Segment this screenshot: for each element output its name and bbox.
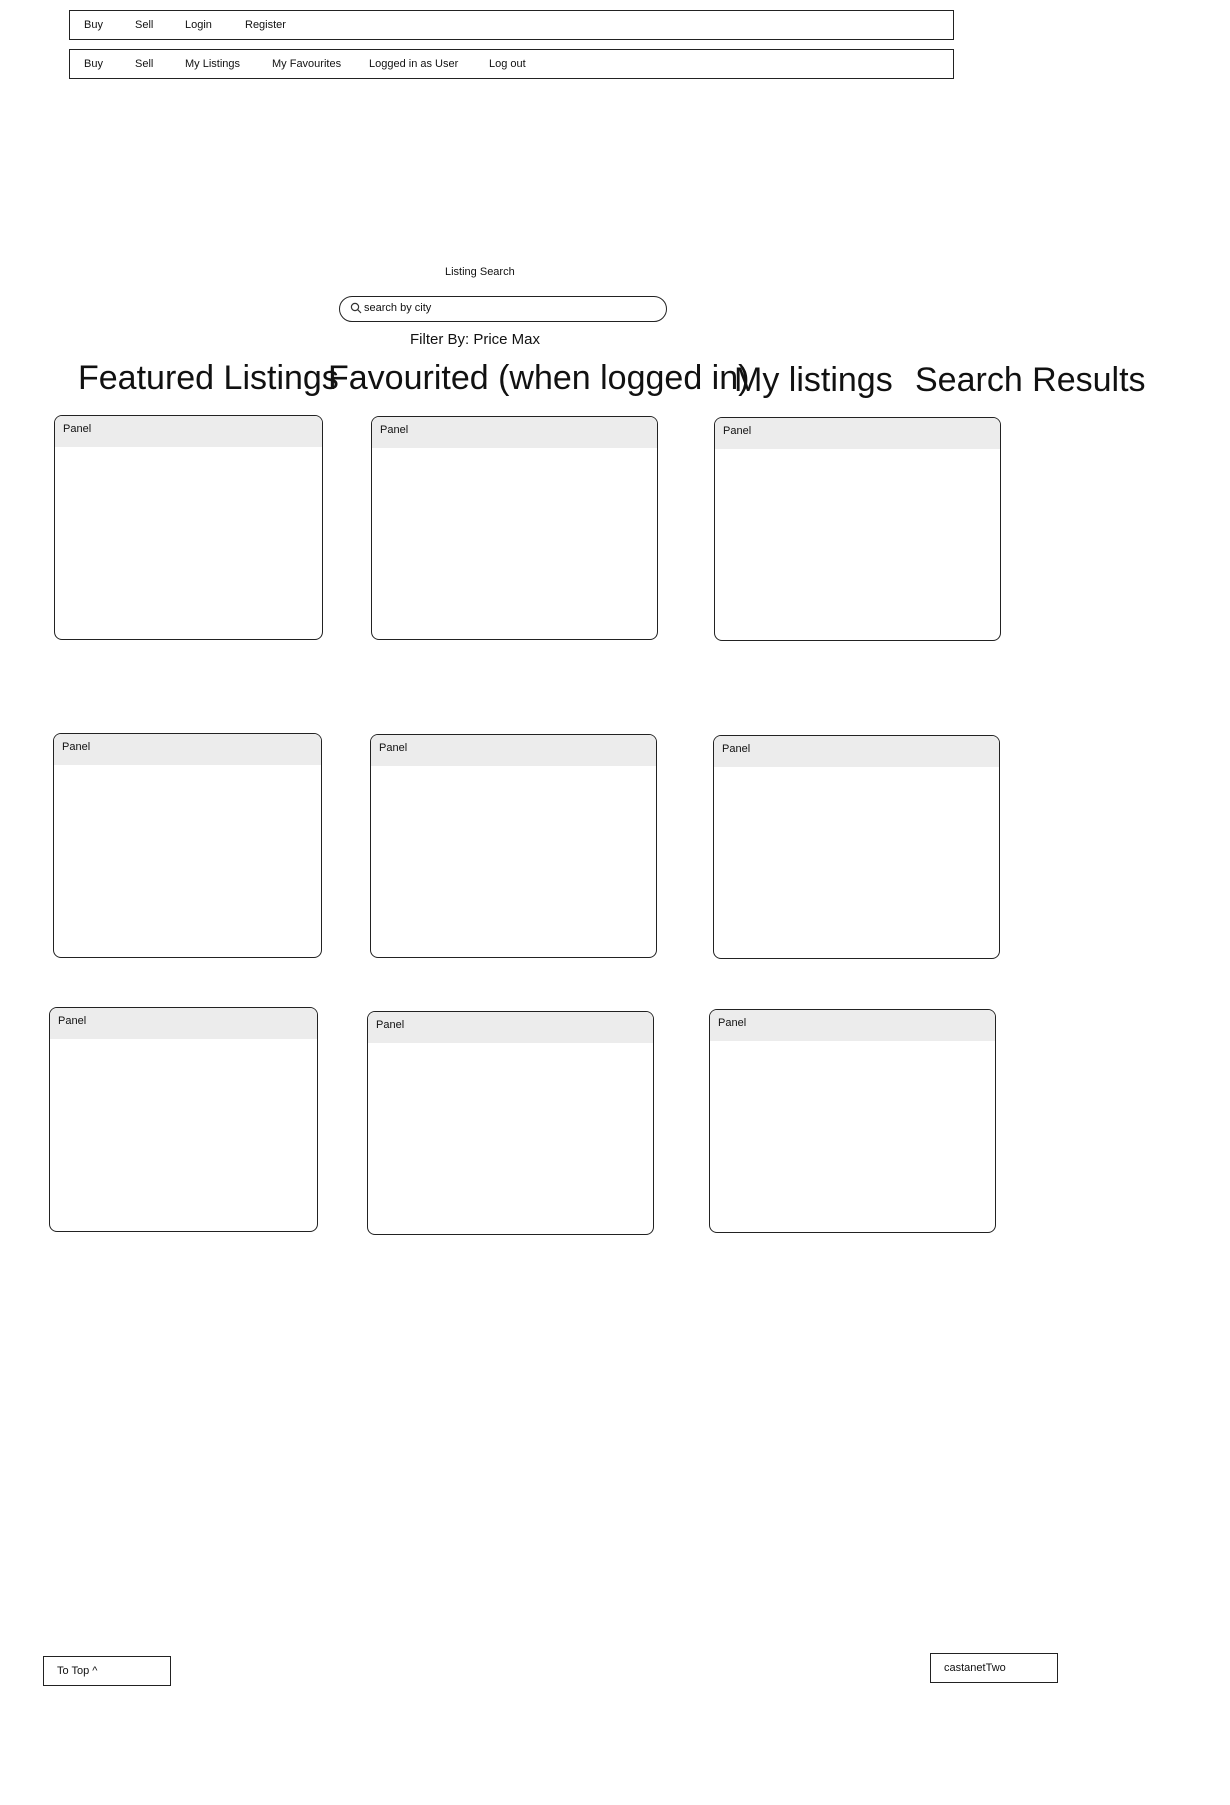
listing-panel[interactable]: Panel [49, 1007, 318, 1232]
panel-header: Panel [368, 1012, 653, 1043]
nav-sell[interactable]: Sell [135, 50, 153, 79]
listing-panel[interactable]: Panel [370, 734, 657, 958]
panel-header: Panel [714, 736, 999, 767]
to-top-button[interactable]: To Top ^ [43, 1656, 171, 1686]
heading-featured-listings: Featured Listings [78, 359, 339, 397]
guest-navbar: Buy Sell Login Register [69, 10, 954, 40]
panel-header: Panel [50, 1008, 317, 1039]
nav-sell[interactable]: Sell [135, 11, 153, 40]
listing-panel[interactable]: Panel [53, 733, 322, 958]
search-caption: Listing Search [445, 266, 515, 278]
price-filter[interactable]: Filter By: Price Max [410, 331, 540, 348]
user-navbar: Buy Sell My Listings My Favourites Logge… [69, 49, 954, 79]
search-placeholder: search by city [364, 302, 432, 314]
search-icon [350, 302, 362, 314]
listing-panel[interactable]: Panel [709, 1009, 996, 1233]
heading-favourited: Favourited (when logged in) [328, 359, 750, 397]
search-input[interactable]: search by city [339, 296, 667, 322]
panel-header: Panel [372, 417, 657, 448]
heading-my-listings: My listings [734, 361, 893, 399]
panel-header: Panel [55, 416, 322, 447]
listing-panel[interactable]: Panel [713, 735, 1000, 959]
listing-panel[interactable]: Panel [714, 417, 1001, 641]
brand-label: castanetTwo [930, 1653, 1058, 1683]
nav-my-favourites[interactable]: My Favourites [272, 50, 341, 79]
listing-panel[interactable]: Panel [371, 416, 658, 640]
listing-panel[interactable]: Panel [367, 1011, 654, 1235]
panel-header: Panel [371, 735, 656, 766]
panel-header: Panel [710, 1010, 995, 1041]
nav-login[interactable]: Login [185, 11, 212, 40]
nav-register[interactable]: Register [245, 11, 286, 40]
nav-buy[interactable]: Buy [84, 11, 103, 40]
heading-search-results: Search Results [915, 361, 1146, 399]
panel-header: Panel [715, 418, 1000, 449]
panel-header: Panel [54, 734, 321, 765]
nav-buy[interactable]: Buy [84, 50, 103, 79]
nav-logged-in-user: Logged in as User [369, 58, 459, 70]
nav-log-out[interactable]: Log out [489, 50, 526, 79]
listing-panel[interactable]: Panel [54, 415, 323, 640]
nav-my-listings[interactable]: My Listings [185, 50, 240, 79]
